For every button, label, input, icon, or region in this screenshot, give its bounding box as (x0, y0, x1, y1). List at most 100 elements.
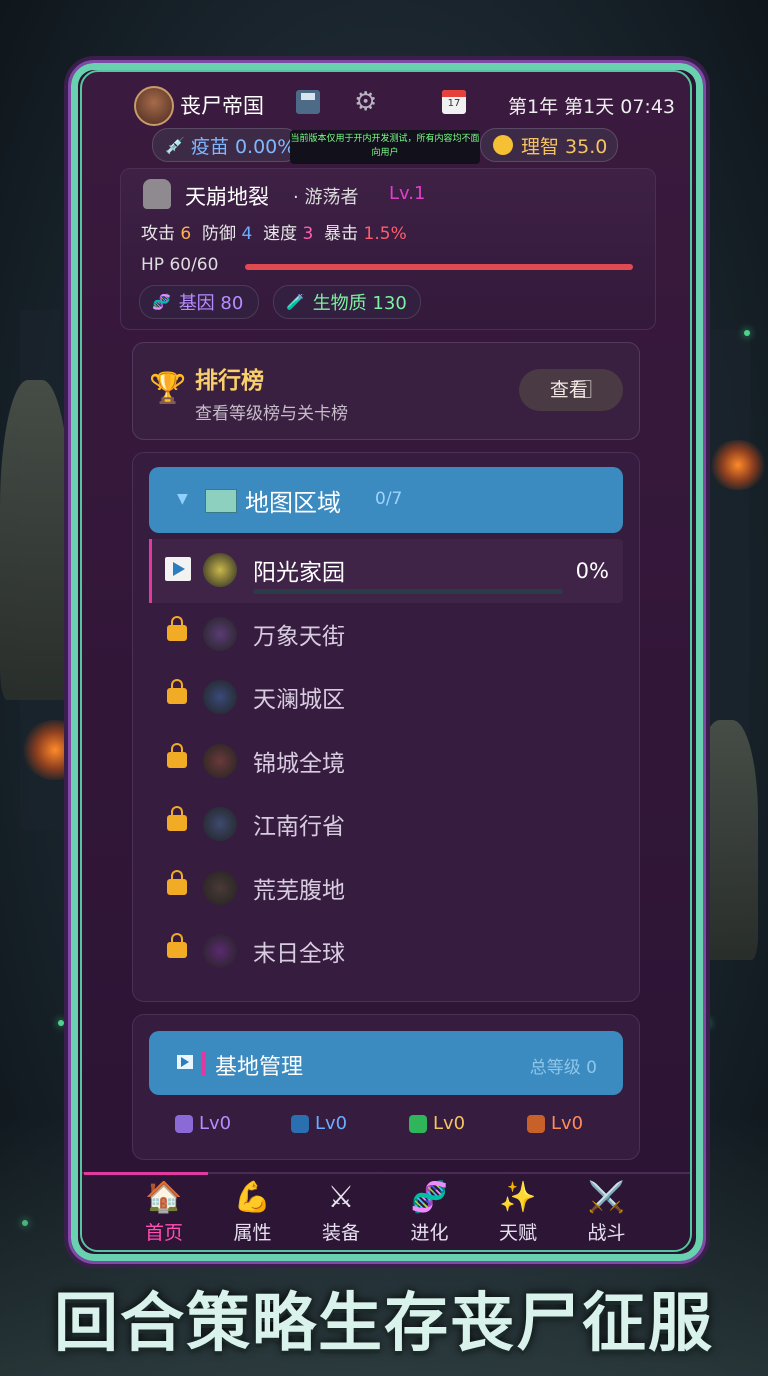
attack-label: 攻击 (141, 224, 175, 244)
hp-bar (245, 264, 633, 270)
character-card: 天崩地裂 · 游荡者 Lv.1 攻击 6 防御 4 速度 3 暴击 1.5% H… (120, 168, 656, 330)
region-name: 万象天街 (253, 623, 345, 650)
building-level-text: Lv0 (315, 1113, 348, 1134)
crit-value: 1.5% (363, 224, 407, 244)
map-region-item[interactable]: 锦城全境 (149, 730, 623, 794)
building-level[interactable]: Lv0 (291, 1113, 347, 1134)
region-name: 天澜城区 (253, 687, 345, 713)
view-leaderboard-button[interactable]: 查看 ⃞ (519, 369, 623, 411)
top-bar: 丧尸帝国 ⚙ 17 第1年 第1天 07:43 💉 疫苗 0.00% 当前版本仅… (82, 72, 690, 164)
coin-icon (493, 135, 513, 155)
map-region-item[interactable]: 天澜城区 (149, 666, 623, 730)
character-level: Lv.1 (389, 183, 426, 204)
nav-tab-label: 战斗 (587, 1222, 626, 1244)
map-count: 0/7 (375, 489, 403, 509)
region-thumbnail (203, 807, 237, 841)
gear-icon[interactable]: ⚙ (354, 88, 377, 116)
attack-value: 6 (180, 224, 192, 244)
map-region-item[interactable]: 万象天街 (149, 603, 623, 667)
map-section: ▼ 地图区域 0/7 阳光家园 0% 万象天街天澜城区锦城全境江南行省荒芜腹地 末日全… (132, 452, 640, 1002)
zombie-left (0, 380, 70, 700)
lock-icon (167, 679, 187, 704)
lock-icon (167, 806, 187, 831)
nav-tab-icon: ⚔ (327, 1180, 355, 1215)
nav-tab-icon: 💪 (233, 1180, 272, 1215)
defense-value: 4 (241, 224, 253, 244)
nav-tab[interactable]: 🏠 首页 (120, 1178, 208, 1248)
region-progress-text: 0% (575, 559, 609, 583)
active-tab-indicator (84, 1172, 208, 1175)
nav-tab[interactable]: 🧬 进化 (386, 1178, 474, 1248)
dna-icon: 🧬 (152, 293, 171, 311)
base-section: 基地管理 总等级 0 Lv0 Lv0 Lv0 Lv0 (132, 1014, 640, 1160)
dev-notice: 当前版本仅用于开内开发测试，所有内容均不面向用户 (290, 130, 480, 164)
trophy-icon: 🏆 (149, 371, 187, 406)
syringe-icon: 💉 (165, 135, 185, 155)
vaccine-label: 疫苗 0.00% (190, 135, 296, 158)
building-level[interactable]: Lv0 (409, 1113, 465, 1134)
region-thumbnail (203, 743, 237, 778)
region-thumbnail (203, 680, 237, 714)
building-level[interactable]: Lv0 (175, 1113, 231, 1134)
nav-tab[interactable]: 💪 属性 (209, 1178, 297, 1248)
region-thumbnail (203, 616, 237, 651)
stats-row: 攻击 6 防御 4 速度 3 暴击 1.5% (141, 219, 407, 244)
biomass-label: 生物质 130 (312, 293, 407, 314)
game-panel: 丧尸帝国 ⚙ 17 第1年 第1天 07:43 💉 疫苗 0.00% 当前版本仅… (80, 70, 692, 1252)
leaderboard-card[interactable]: 🏆 排行榜 查看等级榜与关卡榜 查看 ⃞ (132, 342, 640, 440)
vaccine-pill: 💉 疫苗 0.00% (152, 128, 300, 162)
character-name: 天崩地裂 (185, 185, 269, 209)
building-icon (409, 1114, 427, 1133)
region-thumbnail (203, 934, 237, 968)
active-indicator (149, 539, 152, 603)
base-section-header[interactable]: 基地管理 总等级 0 (149, 1031, 623, 1095)
map-region-item[interactable]: 江南行省 (149, 793, 623, 857)
nav-tab-icon: ✨ (499, 1180, 537, 1215)
lock-icon (167, 742, 187, 768)
bottom-nav: 🏠 首页 💪 属性 ⚔ 装备 🧬 进化 ✨ 天赋 ⚔️ 战斗 (82, 1172, 690, 1250)
nav-tab-label: 装备 (321, 1222, 360, 1244)
region-name: 阳光家园 (253, 560, 345, 586)
nav-tab-label: 天赋 (498, 1222, 537, 1244)
nav-tab-icon: 🏠 (145, 1180, 183, 1215)
nav-tab-label: 进化 (410, 1222, 449, 1244)
lock-icon (167, 869, 187, 895)
map-section-header[interactable]: ▼ 地图区域 0/7 (149, 467, 623, 533)
player-avatar[interactable] (134, 86, 174, 126)
sanity-pill: 理智 35.0 (480, 128, 618, 162)
character-role: · 游荡者 (293, 187, 359, 208)
building-icon (527, 1114, 545, 1133)
region-name: 锦城全境 (253, 750, 345, 777)
building-level-text: Lv0 (551, 1113, 584, 1134)
region-progress-bar (253, 589, 563, 594)
promo-headline: 回合策略生存丧尸征服 (54, 1287, 714, 1361)
lock-icon (167, 615, 187, 641)
nav-tab-icon: 🧬 (410, 1180, 449, 1215)
nav-tab-label: 属性 (233, 1222, 272, 1244)
region-thumbnail (203, 553, 237, 587)
hp-label: HP 60/60 (141, 255, 219, 275)
region-name: 江南行省 (253, 814, 345, 840)
calendar-icon[interactable]: 17 (442, 90, 466, 114)
nav-tab[interactable]: ⚔️ 战斗 (563, 1178, 651, 1248)
crit-label: 暴击 (324, 224, 359, 244)
sanity-label: 理智 35.0 (521, 135, 608, 158)
building-level[interactable]: Lv0 (527, 1113, 583, 1134)
character-portrait-icon (143, 179, 171, 209)
building-level-text: Lv0 (199, 1113, 232, 1134)
speed-label: 速度 (263, 224, 298, 244)
map-region-item[interactable]: 末日全球 (149, 920, 623, 984)
save-icon[interactable] (296, 90, 320, 114)
gene-label: 基因 80 (178, 293, 244, 314)
play-icon[interactable] (165, 557, 191, 581)
building-icon (291, 1114, 309, 1133)
nav-tab[interactable]: ⚔ 装备 (297, 1178, 385, 1248)
defense-label: 防御 (202, 224, 237, 244)
map-region-item[interactable]: 阳光家园 0% (149, 539, 623, 603)
nav-tab[interactable]: ✨ 天赋 (474, 1178, 562, 1248)
building-level-text: Lv0 (433, 1113, 466, 1134)
leaderboard-subtitle: 查看等级榜与关卡榜 (195, 404, 348, 424)
building-icon (175, 1114, 193, 1133)
role-text: 游荡者 (304, 187, 359, 208)
map-region-item[interactable]: 荒芜腹地 (149, 857, 623, 921)
